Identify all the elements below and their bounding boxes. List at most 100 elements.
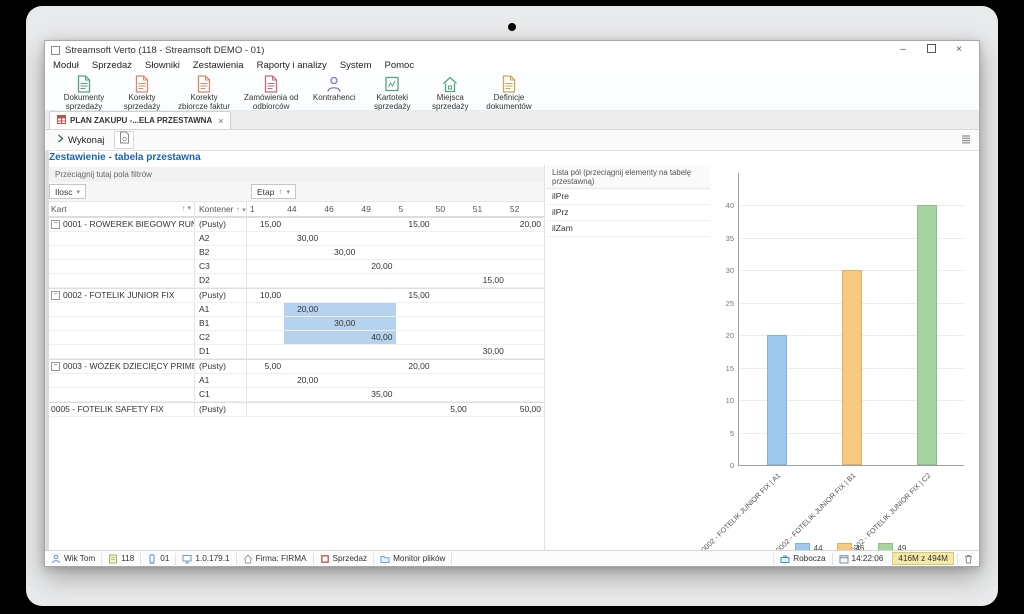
pivot-cell[interactable] <box>358 232 395 245</box>
pivot-cell[interactable] <box>321 289 358 302</box>
pivot-cell[interactable]: 15,00 <box>470 274 507 287</box>
execute-button[interactable]: Wykonaj <box>51 133 110 147</box>
group-row-label[interactable]: −0001 - ROWEREK BIEGOWY RUNNER <box>49 218 195 231</box>
pivot-cell[interactable]: 20,00 <box>507 218 544 231</box>
pivot-cell[interactable] <box>358 289 395 302</box>
field-item-ilzam[interactable]: ilZam <box>546 221 710 237</box>
pivot-cell[interactable]: 35,00 <box>358 388 395 401</box>
pivot-cell[interactable] <box>284 260 321 273</box>
pivot-cell[interactable] <box>396 274 433 287</box>
pivot-cell[interactable]: 5,00 <box>433 403 470 416</box>
pivot-cell[interactable] <box>247 345 284 358</box>
toolbar-korekty-zbiorcze-faktur[interactable]: Korekty zbiorcze faktur <box>171 73 237 111</box>
pivot-cell[interactable]: 20,00 <box>396 360 433 373</box>
pivot-cell[interactable] <box>507 374 544 387</box>
pivot-cell[interactable] <box>247 246 284 259</box>
pivot-cell[interactable] <box>470 331 507 344</box>
pivot-cell[interactable] <box>284 403 321 416</box>
menu-item-pomoc[interactable]: Pomoc <box>385 60 415 71</box>
pivot-cell[interactable] <box>284 360 321 373</box>
chevron-down-icon[interactable]: ▾ <box>242 207 246 214</box>
pivot-cell[interactable] <box>321 403 358 416</box>
kontener-label[interactable]: D1 <box>195 345 247 358</box>
column-header-49[interactable]: 49 <box>358 202 395 216</box>
pivot-cell[interactable] <box>507 289 544 302</box>
pivot-cell[interactable] <box>358 303 395 316</box>
menu-item-s-owniki[interactable]: Słowniki <box>145 60 180 71</box>
pivot-cell[interactable] <box>247 331 284 344</box>
pivot-cell[interactable] <box>433 360 470 373</box>
pivot-cell[interactable] <box>358 218 395 231</box>
maximize-button[interactable] <box>917 44 945 56</box>
pivot-cell[interactable] <box>396 388 433 401</box>
column-header-50[interactable]: 50 <box>433 202 470 216</box>
pivot-cell[interactable] <box>247 403 284 416</box>
pivot-cell[interactable]: 20,00 <box>358 260 395 273</box>
pivot-cell[interactable] <box>433 232 470 245</box>
menu-item-zestawienia[interactable]: Zestawienia <box>193 60 244 71</box>
kontener-label[interactable]: D2 <box>195 274 247 287</box>
kontener-label[interactable]: C3 <box>195 260 247 273</box>
column-header-5[interactable]: 5 <box>396 202 433 216</box>
pivot-cell[interactable] <box>247 317 284 330</box>
pivot-cell[interactable] <box>433 218 470 231</box>
pivot-cell[interactable] <box>358 246 395 259</box>
pivot-cell[interactable]: 15,00 <box>247 218 284 231</box>
chevron-down-icon[interactable]: ▾ <box>187 202 191 216</box>
minimize-button[interactable]: – <box>889 44 917 56</box>
column-header-1[interactable]: 1 <box>247 202 284 216</box>
pivot-cell[interactable]: 15,00 <box>396 289 433 302</box>
pivot-cell[interactable] <box>396 317 433 330</box>
panel-menu-button[interactable] <box>961 131 971 149</box>
pivot-cell[interactable] <box>321 218 358 231</box>
pivot-cell[interactable] <box>284 388 321 401</box>
menu-item-system[interactable]: System <box>340 60 372 71</box>
kontener-label[interactable]: A1 <box>195 303 247 316</box>
pivot-cell[interactable] <box>396 403 433 416</box>
field-item-ilpre[interactable]: ilPre <box>546 189 710 205</box>
pivot-cell[interactable] <box>507 317 544 330</box>
group-row-label[interactable]: −0002 - FOTELIK JUNIOR FIX <box>49 289 195 302</box>
kontener-label[interactable]: (Pusty) <box>195 218 247 231</box>
pivot-cell[interactable] <box>284 331 321 344</box>
pivot-cell[interactable] <box>470 374 507 387</box>
pivot-cell[interactable] <box>358 274 395 287</box>
toolbar-definicje-dokument-w[interactable]: Definicje dokumentów <box>479 73 538 111</box>
pivot-cell[interactable] <box>284 317 321 330</box>
pivot-cell[interactable] <box>396 246 433 259</box>
pivot-cell[interactable] <box>396 260 433 273</box>
pivot-cell[interactable] <box>321 374 358 387</box>
field-item-ilprz[interactable]: ilPrz <box>546 205 710 221</box>
column-header-46[interactable]: 46 <box>321 202 358 216</box>
pivot-cell[interactable] <box>321 303 358 316</box>
filter-drop-area[interactable]: Przeciągnij tutaj pola filtrów <box>49 167 544 182</box>
pivot-cell[interactable] <box>358 345 395 358</box>
pivot-cell[interactable] <box>396 303 433 316</box>
toolbar-korekty-sprzeda-y[interactable]: Korekty sprzedaży <box>113 73 171 111</box>
pivot-cell[interactable]: 20,00 <box>284 303 321 316</box>
kontener-label[interactable]: A1 <box>195 374 247 387</box>
pivot-cell[interactable] <box>321 274 358 287</box>
collapse-expander-icon[interactable]: − <box>51 220 60 229</box>
pivot-cell[interactable] <box>396 232 433 245</box>
chart-bar-46[interactable] <box>842 270 862 465</box>
menu-item-raporty-i-analizy[interactable]: Raporty i analizy <box>257 60 327 71</box>
group-row-label[interactable]: 0005 - FOTELIK SAFETY FIX <box>49 403 195 416</box>
pivot-cell[interactable] <box>321 232 358 245</box>
pivot-cell[interactable] <box>507 274 544 287</box>
pivot-cell[interactable] <box>433 388 470 401</box>
pivot-cell[interactable] <box>507 260 544 273</box>
panel-splitter[interactable] <box>544 165 545 550</box>
pivot-cell[interactable]: 30,00 <box>321 317 358 330</box>
kontener-label[interactable]: C2 <box>195 331 247 344</box>
pivot-cell[interactable] <box>396 345 433 358</box>
kontener-label[interactable]: (Pusty) <box>195 289 247 302</box>
toolbar-kartoteki-sprzeda-y[interactable]: Kartoteki sprzedaży <box>363 73 421 111</box>
collapse-expander-icon[interactable]: − <box>51 291 60 300</box>
pivot-cell[interactable] <box>470 246 507 259</box>
pivot-cell[interactable] <box>321 345 358 358</box>
pivot-cell[interactable] <box>470 260 507 273</box>
kontener-label[interactable]: B1 <box>195 317 247 330</box>
pivot-cell[interactable] <box>358 403 395 416</box>
pivot-cell[interactable] <box>284 218 321 231</box>
